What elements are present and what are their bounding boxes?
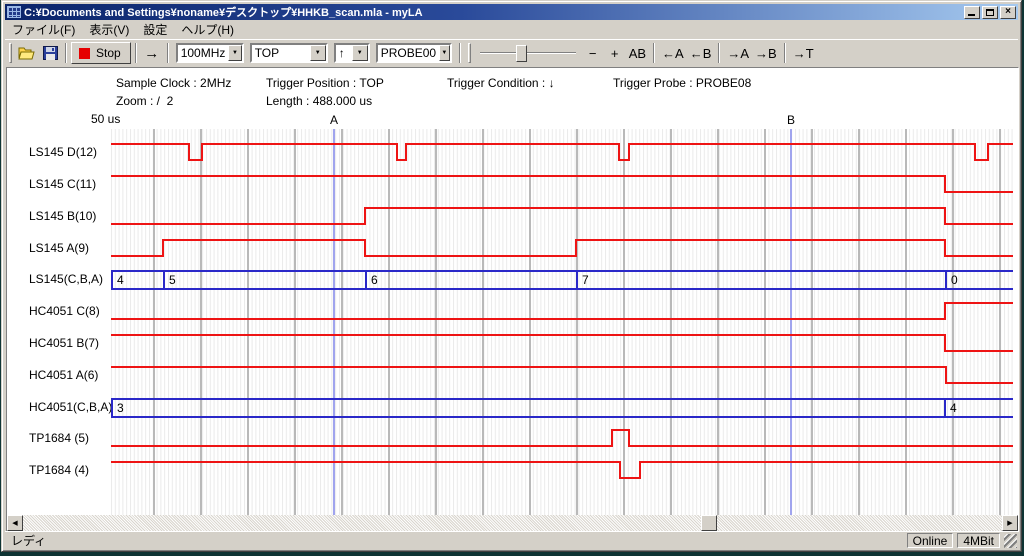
toolbar-separator xyxy=(459,43,461,63)
scroll-left-icon: ◀ xyxy=(12,519,17,527)
bus-value: 3 xyxy=(117,401,124,415)
scroll-right-button[interactable]: ▶ xyxy=(1002,515,1018,531)
stop-icon xyxy=(79,48,90,59)
marker-label-B: B xyxy=(783,113,799,127)
toolbar-gripper[interactable] xyxy=(9,43,12,63)
goto-marker-a-left-button[interactable]: ←A xyxy=(659,42,687,64)
channel-label: HC4051 B(7) xyxy=(29,336,99,352)
goto-trigger-button[interactable]: →T xyxy=(790,42,817,64)
scroll-left-button[interactable]: ◀ xyxy=(7,515,23,531)
channel-label: TP1684 (4) xyxy=(29,463,89,479)
menu-help[interactable]: ヘルプ(H) xyxy=(174,20,241,39)
chevron-down-icon[interactable]: ▼ xyxy=(228,45,241,61)
marker-label-A: A xyxy=(326,113,342,127)
bus-value: 5 xyxy=(169,273,176,287)
minimize-icon xyxy=(968,14,975,16)
save-button[interactable] xyxy=(39,42,61,64)
channel-label: TP1684 (5) xyxy=(29,431,89,447)
channel-label: LS145 C(11) xyxy=(29,177,96,193)
channel-label: HC4051 A(6) xyxy=(29,368,98,384)
open-button[interactable] xyxy=(15,42,39,64)
zoom-slider[interactable] xyxy=(478,42,578,64)
channel-label: LS145(C,B,A) xyxy=(29,272,103,288)
close-button[interactable]: × xyxy=(1000,6,1016,19)
toolbar-separator xyxy=(135,43,137,63)
length-info: Length : 488.000 us xyxy=(266,94,372,108)
goto-marker-a-right-button[interactable]: →A xyxy=(724,42,752,64)
menu-settings[interactable]: 設定 xyxy=(136,20,174,39)
time-scale-label: 50 us xyxy=(91,112,120,126)
open-folder-icon xyxy=(18,46,36,60)
zoom-slider-thumb[interactable] xyxy=(516,45,527,62)
goto-marker-b-right-button[interactable]: →B xyxy=(752,42,780,64)
bus-value: 4 xyxy=(950,401,957,415)
channel-label: LS145 B(10) xyxy=(29,209,96,225)
toolbar-separator xyxy=(65,43,67,63)
zoom-slider-track[interactable] xyxy=(480,52,576,54)
toolbar-separator xyxy=(718,43,720,63)
toolbar-separator xyxy=(167,43,169,63)
channel-label: HC4051 C(8) xyxy=(29,304,100,320)
waveform-canvas[interactable]: 4 5 6 7 0 3 4 xyxy=(111,129,1014,516)
trigger-edge-combo[interactable]: ↑ ▼ xyxy=(334,43,370,63)
fine-grid xyxy=(111,129,1013,515)
zoom-info: Zoom : / 2 xyxy=(116,94,173,108)
waveform-view: Sample Clock : 2MHz Trigger Position : T… xyxy=(6,67,1019,532)
stop-button[interactable]: Stop xyxy=(71,42,131,64)
floppy-save-icon xyxy=(43,46,58,60)
title-bar[interactable]: C:¥Documents and Settings¥noname¥デスクトップ¥… xyxy=(5,4,1018,20)
app-window: C:¥Documents and Settings¥noname¥デスクトップ¥… xyxy=(1,0,1022,552)
horizontal-scrollbar[interactable]: ◀ ▶ xyxy=(7,515,1018,531)
close-icon: × xyxy=(1005,7,1011,17)
status-message: レディ xyxy=(5,532,907,549)
online-status-badge: Online xyxy=(907,533,954,548)
chevron-down-icon[interactable]: ▼ xyxy=(439,45,450,61)
toolbar-separator xyxy=(784,43,786,63)
window-title: C:¥Documents and Settings¥noname¥デスクトップ¥… xyxy=(24,4,964,20)
menu-view[interactable]: 表示(V) xyxy=(82,20,136,39)
toolbar-gripper[interactable] xyxy=(468,43,471,63)
menu-bar: ファイル(F) 表示(V) 設定 ヘルプ(H) xyxy=(5,21,1018,38)
channel-label: LS145 D(12) xyxy=(29,145,97,161)
menu-file[interactable]: ファイル(F) xyxy=(5,20,82,39)
status-bar: レディ Online 4MBit xyxy=(5,531,1018,549)
toolbar-separator xyxy=(653,43,655,63)
run-arrow-icon: → xyxy=(144,45,159,62)
bus-value: 4 xyxy=(117,273,124,287)
zoom-out-button[interactable]: − xyxy=(582,42,604,64)
trigger-position-combo[interactable]: TOP ▼ xyxy=(250,43,328,63)
trigger-probe-combo[interactable]: PROBE00 ▼ xyxy=(376,43,452,63)
scrollbar-thumb[interactable] xyxy=(701,515,717,531)
scroll-right-icon: ▶ xyxy=(1007,519,1012,527)
toolbar: Stop → 100MHz ▼ TOP ▼ ↑ ▼ PROBE00 ▼ − + … xyxy=(5,39,1018,66)
chevron-down-icon[interactable]: ▼ xyxy=(352,45,368,61)
trigger-condition-info: Trigger Condition : ↓ xyxy=(447,76,555,90)
waveform-plot[interactable]: 4 5 6 7 0 3 4 xyxy=(111,129,1014,516)
maximize-icon xyxy=(986,9,994,16)
channel-label: HC4051(C,B,A) xyxy=(29,400,112,416)
app-icon xyxy=(7,6,21,18)
sample-clock-info: Sample Clock : 2MHz xyxy=(116,76,231,90)
bus-value: 7 xyxy=(582,273,589,287)
resize-grip[interactable] xyxy=(1004,534,1017,548)
bus-value: 6 xyxy=(371,273,378,287)
zoom-in-button[interactable]: + xyxy=(604,42,626,64)
bus-value: 0 xyxy=(951,273,958,287)
trigger-probe-info: Trigger Probe : PROBE08 xyxy=(613,76,751,90)
channel-label: LS145 A(9) xyxy=(29,241,89,257)
maximize-button[interactable] xyxy=(982,6,998,19)
trigger-position-info: Trigger Position : TOP xyxy=(266,76,384,90)
chevron-down-icon[interactable]: ▼ xyxy=(310,45,326,61)
goto-marker-b-left-button[interactable]: ←B xyxy=(687,42,715,64)
memory-status-badge: 4MBit xyxy=(957,533,1000,548)
ab-range-button[interactable]: AB xyxy=(626,42,649,64)
sample-clock-combo[interactable]: 100MHz ▼ xyxy=(176,43,244,63)
run-button[interactable]: → xyxy=(141,42,163,64)
minimize-button[interactable] xyxy=(964,6,980,19)
